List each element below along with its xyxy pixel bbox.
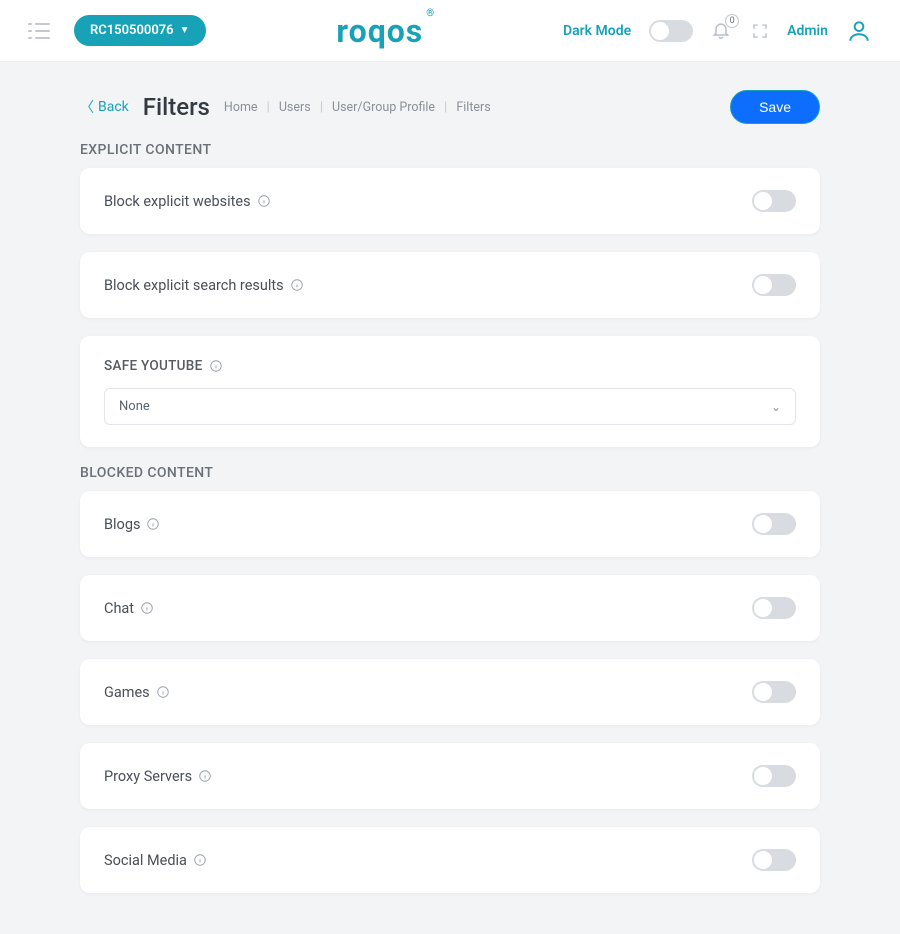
- breadcrumb-users[interactable]: Users: [279, 100, 311, 115]
- info-icon[interactable]: [257, 194, 271, 208]
- breadcrumb: Home | Users | User/Group Profile | Filt…: [224, 100, 491, 115]
- breadcrumb-profile[interactable]: User/Group Profile: [332, 100, 435, 115]
- info-icon[interactable]: [193, 853, 207, 867]
- menu-toggle-icon[interactable]: [28, 23, 50, 39]
- device-selector-button[interactable]: RC150500076 ▼: [74, 15, 206, 46]
- save-button[interactable]: Save: [730, 90, 820, 124]
- topbar: RC150500076 ▼ roqos® Dark Mode 0 Admin: [0, 0, 900, 62]
- topbar-right: Dark Mode 0 Admin: [563, 18, 872, 44]
- notifications-button[interactable]: 0: [711, 20, 733, 42]
- card-block-explicit-websites: Block explicit websites: [80, 168, 820, 234]
- card-safe-youtube: SAFE YOUTUBE None ⌄: [80, 336, 820, 447]
- proxy-servers-label: Proxy Servers: [104, 768, 192, 785]
- back-label: Back: [98, 99, 129, 115]
- dark-mode-toggle[interactable]: [649, 20, 693, 42]
- device-id-label: RC150500076: [90, 23, 174, 38]
- proxy-servers-toggle[interactable]: [752, 765, 796, 787]
- info-icon[interactable]: [290, 278, 304, 292]
- info-icon[interactable]: [198, 769, 212, 783]
- blogs-label: Blogs: [104, 516, 140, 533]
- dark-mode-label: Dark Mode: [563, 23, 631, 39]
- card-block-explicit-search: Block explicit search results: [80, 252, 820, 318]
- games-toggle[interactable]: [752, 681, 796, 703]
- card-blogs: Blogs: [80, 491, 820, 557]
- card-chat: Chat: [80, 575, 820, 641]
- chat-toggle[interactable]: [752, 597, 796, 619]
- back-button[interactable]: 〈 Back: [80, 97, 129, 117]
- card-proxy-servers: Proxy Servers: [80, 743, 820, 809]
- info-icon[interactable]: [140, 601, 154, 615]
- brand-logo: roqos®: [336, 12, 432, 50]
- chevron-down-icon: ⌄: [771, 400, 781, 414]
- info-icon[interactable]: [209, 359, 223, 373]
- safe-youtube-label: SAFE YOUTUBE: [104, 358, 203, 374]
- block-explicit-search-label: Block explicit search results: [104, 277, 284, 294]
- chevron-left-icon: 〈: [80, 97, 94, 117]
- info-icon[interactable]: [146, 517, 160, 531]
- games-label: Games: [104, 684, 150, 701]
- section-blocked-label: BLOCKED CONTENT: [80, 465, 820, 481]
- page-body: 〈 Back Filters Home | Users | User/Group…: [0, 62, 900, 893]
- user-avatar-icon[interactable]: [846, 18, 872, 44]
- notification-count-badge: 0: [725, 14, 739, 28]
- info-icon[interactable]: [156, 685, 170, 699]
- safe-youtube-select[interactable]: None ⌄: [104, 388, 796, 425]
- social-media-label: Social Media: [104, 852, 187, 869]
- social-media-toggle[interactable]: [752, 849, 796, 871]
- card-social-media: Social Media: [80, 827, 820, 893]
- card-games: Games: [80, 659, 820, 725]
- safe-youtube-selected: None: [119, 399, 150, 414]
- breadcrumb-home[interactable]: Home: [224, 100, 258, 115]
- section-explicit-label: EXPLICIT CONTENT: [80, 142, 820, 158]
- page-header: 〈 Back Filters Home | Users | User/Group…: [80, 90, 820, 124]
- block-explicit-websites-toggle[interactable]: [752, 190, 796, 212]
- block-explicit-search-toggle[interactable]: [752, 274, 796, 296]
- fullscreen-icon[interactable]: [751, 22, 769, 40]
- page-title: Filters: [143, 93, 210, 121]
- chat-label: Chat: [104, 600, 134, 617]
- block-explicit-websites-label: Block explicit websites: [104, 193, 251, 210]
- chevron-down-icon: ▼: [180, 25, 190, 36]
- blogs-toggle[interactable]: [752, 513, 796, 535]
- admin-link[interactable]: Admin: [787, 23, 828, 39]
- breadcrumb-current: Filters: [456, 100, 490, 115]
